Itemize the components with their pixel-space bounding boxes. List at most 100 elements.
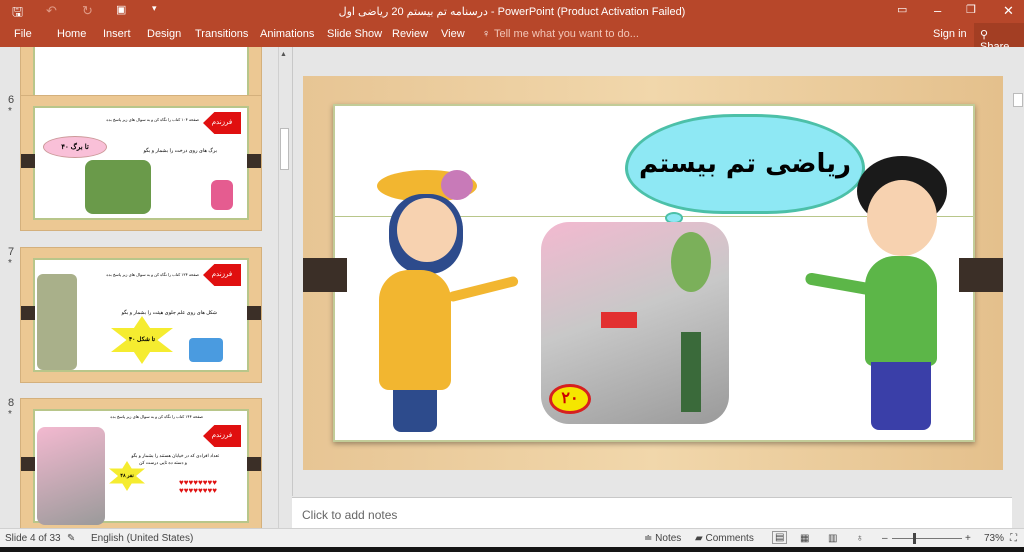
slide-thumbnail-6[interactable]: فرزندم صفحه ۱۰۴ کتاب را نگاه کن و به سوا… bbox=[20, 95, 262, 231]
girl-coat bbox=[379, 270, 451, 390]
zoom-level[interactable]: 73% bbox=[984, 533, 1004, 544]
slide-thumbnails-pane[interactable]: 6 * فرزندم صفحه ۱۰۴ کتاب را نگاه کن و به… bbox=[0, 47, 292, 528]
fit-to-window-icon[interactable]: ⛶ bbox=[1010, 533, 1017, 544]
current-slide[interactable]: ریاضی تم بیستم ۲۰ bbox=[303, 76, 1003, 470]
tab-insert[interactable]: Insert bbox=[103, 28, 131, 40]
slide-tab bbox=[247, 457, 261, 471]
thumbnail-heading: صفحه ۱۰۴ کتاب را نگاه کن و به سوال های ز… bbox=[106, 117, 199, 122]
zoom-out-button[interactable]: – bbox=[882, 533, 888, 544]
scrollbar-thumb[interactable] bbox=[1013, 93, 1023, 107]
scroll-up-icon[interactable]: ▲ bbox=[280, 51, 287, 58]
thumbnail-heading: صفحه ۱۳۴ کتاب را نگاه کن و به سوال های ز… bbox=[106, 272, 199, 277]
close-button[interactable]: ✕ bbox=[1003, 3, 1014, 19]
ribbon-display-icon[interactable]: ▭ bbox=[897, 3, 907, 16]
slide-tab bbox=[247, 306, 261, 320]
slide-number: 7 bbox=[8, 246, 15, 258]
backpack-image bbox=[211, 180, 233, 210]
slide-tab bbox=[21, 306, 35, 320]
scrollbar-thumb[interactable] bbox=[280, 128, 289, 170]
notes-placeholder[interactable]: Click to add notes bbox=[302, 508, 397, 522]
girl-legs bbox=[393, 390, 437, 432]
slide-thumbnail-7[interactable]: فرزندم صفحه ۱۳۴ کتاب را نگاه کن و به سوا… bbox=[20, 247, 262, 383]
tab-file[interactable]: File bbox=[14, 28, 32, 40]
comments-button[interactable]: ▰ Comments bbox=[695, 533, 754, 544]
minimize-button[interactable]: – bbox=[934, 3, 941, 18]
slide-thumbnail-8[interactable]: فرزندم صفحه ۱۴۴ کتاب را نگاه کن و به سوا… bbox=[20, 398, 262, 528]
boy-arm bbox=[804, 272, 876, 296]
slideshow-icon[interactable]: ♁ bbox=[856, 533, 864, 544]
notes-pane[interactable]: Click to add notes bbox=[292, 497, 1012, 528]
zoom-slider-thumb[interactable] bbox=[913, 533, 916, 544]
thumbnail-card: فرزندم صفحه ۱۴۴ کتاب را نگاه کن و به سوا… bbox=[33, 409, 249, 525]
flag-shape bbox=[601, 312, 637, 328]
thumbnail-card: فرزندم صفحه ۱۰۴ کتاب را نگاه کن و به سوا… bbox=[33, 106, 249, 220]
hearts-image: ♥♥♥♥♥♥♥♥♥♥♥♥♥♥♥♥ bbox=[179, 478, 217, 495]
animation-star: * bbox=[8, 106, 12, 117]
arrow-badge: فرزندم bbox=[203, 425, 241, 447]
tab-animations[interactable]: Animations bbox=[260, 28, 314, 40]
share-button[interactable]: ⚲ Share bbox=[974, 23, 1024, 53]
animation-star: * bbox=[8, 258, 12, 269]
banner-shape bbox=[681, 332, 701, 412]
boy-face bbox=[867, 180, 937, 256]
slide-tab bbox=[247, 154, 261, 168]
sign-in-link[interactable]: Sign in bbox=[933, 28, 967, 40]
tell-me-input[interactable]: Tell me what you want to do... bbox=[494, 28, 639, 40]
tab-transitions[interactable]: Transitions bbox=[195, 28, 248, 40]
restore-button[interactable]: ❐ bbox=[966, 3, 976, 16]
person-icon: ⚲ bbox=[980, 29, 989, 41]
lightbulb-icon: ♀ bbox=[482, 28, 491, 40]
title-cloud: ریاضی تم بیستم bbox=[625, 114, 865, 214]
notes-button[interactable]: ≐ Notes bbox=[644, 533, 681, 544]
slide-card: ریاضی تم بیستم ۲۰ bbox=[333, 104, 975, 442]
tab-review[interactable]: Review bbox=[392, 28, 428, 40]
vertical-scrollbar[interactable] bbox=[1012, 47, 1024, 497]
taskbar bbox=[0, 547, 1024, 552]
zoom-in-button[interactable]: + bbox=[965, 533, 971, 544]
tab-home[interactable]: Home bbox=[57, 28, 86, 40]
tab-view[interactable]: View bbox=[441, 28, 465, 40]
title-bar: 🖫 ↶ ↻ ▣ ▾ درسنامه تم بیستم 20 ریاضی اول … bbox=[0, 0, 1024, 23]
hat-flower bbox=[441, 170, 473, 200]
thumbnail-bullet: برگ های روی درخت را بشمار و بگو bbox=[143, 148, 217, 154]
thumbnail-bullet: شکل های روی علم جلوی هیئت را بشمار و بگو bbox=[121, 310, 217, 316]
slide-tab bbox=[21, 457, 35, 471]
thumbnail-card: فرزندم صفحه ۱۳۴ کتاب را نگاه کن و به سوا… bbox=[33, 258, 249, 372]
boy-jacket bbox=[865, 256, 937, 366]
pencil-case-image bbox=[189, 338, 223, 362]
number-badge: ۲۰ bbox=[549, 384, 591, 414]
tree-image bbox=[85, 160, 151, 214]
girl-face bbox=[397, 198, 457, 262]
arrow-badge: فرزندم bbox=[203, 112, 241, 134]
slide-number: 6 bbox=[8, 94, 15, 106]
language-indicator[interactable]: English (United States) bbox=[91, 533, 193, 544]
spell-check-icon[interactable]: ✎ bbox=[67, 533, 75, 544]
answer-star: ۴۰ تا شکل bbox=[111, 316, 173, 364]
slide-tab bbox=[21, 154, 35, 168]
slide-sorter-icon[interactable]: ▦ bbox=[800, 533, 809, 544]
animation-star: * bbox=[8, 409, 12, 420]
boy-legs bbox=[871, 362, 931, 430]
answer-cloud: ۴۰ تا برگ bbox=[43, 136, 107, 158]
ribbon-tabs: File Home Insert Design Transitions Anim… bbox=[0, 23, 1024, 53]
thumbnail-scrollbar[interactable]: ▲ bbox=[278, 47, 290, 528]
thumbnail-heading: صفحه ۱۴۴ کتاب را نگاه کن و به سوال های ز… bbox=[110, 414, 203, 419]
slide-number: 8 bbox=[8, 397, 15, 409]
slide-tab-right bbox=[959, 258, 1003, 292]
banner-image bbox=[37, 274, 77, 370]
window-title: درسنامه تم بیستم 20 ریاضی اول - PowerPoi… bbox=[338, 6, 686, 18]
arrow-badge: فرزندم bbox=[203, 264, 241, 286]
tab-slide-show[interactable]: Slide Show bbox=[327, 28, 382, 40]
slide-indicator: Slide 4 of 33 bbox=[5, 533, 61, 544]
thumbnail-bullet-2: و دسته ده تایی درست کن bbox=[139, 460, 187, 465]
thumbnail-bullet: تعداد افرادی که در خیابان هستند را بشمار… bbox=[131, 453, 219, 458]
girl-arm bbox=[446, 275, 520, 303]
slide-tab-left bbox=[303, 258, 347, 292]
zoom-slider[interactable] bbox=[892, 533, 962, 544]
normal-view-icon[interactable]: ▤ bbox=[772, 531, 788, 544]
procession-image: ۲۰ bbox=[541, 222, 729, 424]
status-bar: Slide 4 of 33 ✎ English (United States) … bbox=[0, 528, 1024, 547]
tree-shape bbox=[671, 232, 711, 292]
tab-design[interactable]: Design bbox=[147, 28, 181, 40]
reading-view-icon[interactable]: ▥ bbox=[828, 533, 837, 544]
